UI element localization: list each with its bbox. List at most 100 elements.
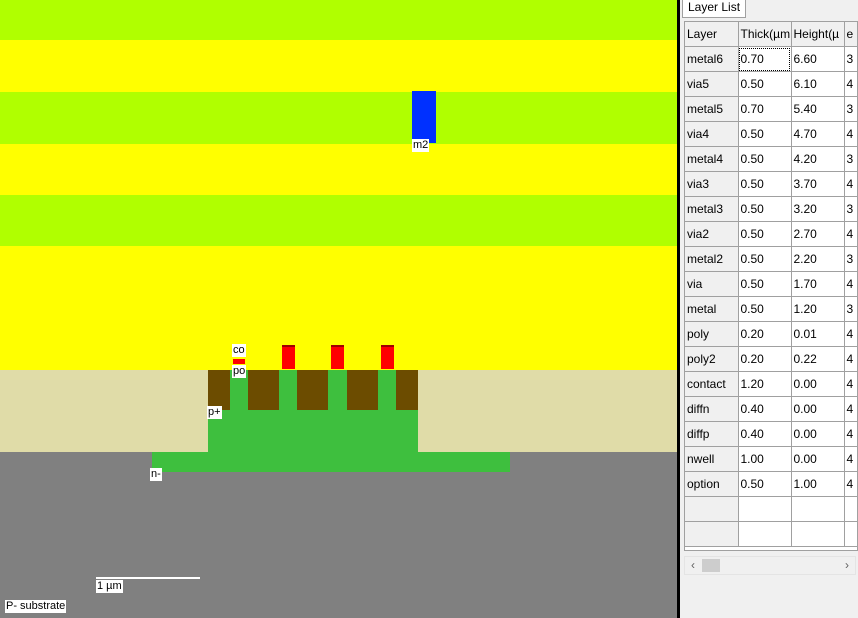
table-row[interactable]: diffn 0.40 0.00 4 bbox=[685, 396, 857, 422]
table-cell[interactable]: 4 bbox=[844, 371, 857, 397]
table-row[interactable]: option 0.50 1.00 4 bbox=[685, 471, 857, 497]
table-cell[interactable]: 3 bbox=[844, 146, 857, 172]
table-row[interactable]: diffp 0.40 0.00 4 bbox=[685, 421, 857, 447]
poly-gate[interactable] bbox=[297, 370, 328, 410]
table-cell[interactable]: 0.00 bbox=[791, 446, 845, 472]
table-row[interactable] bbox=[685, 496, 857, 522]
table-row[interactable]: nwell 1.00 0.00 4 bbox=[685, 446, 857, 472]
table-cell[interactable]: 3 bbox=[844, 296, 857, 322]
table-cell[interactable]: 4 bbox=[844, 396, 857, 422]
p-plus-diffusion[interactable] bbox=[208, 410, 418, 452]
table-cell[interactable]: 0.70 bbox=[738, 96, 792, 122]
table-cell[interactable]: 0.50 bbox=[738, 196, 792, 222]
table-cell[interactable]: 0.40 bbox=[738, 421, 792, 447]
table-cell[interactable]: 0.50 bbox=[738, 71, 792, 97]
poly-gate[interactable] bbox=[347, 370, 378, 410]
table-row[interactable]: metal2 0.50 2.20 3 bbox=[685, 246, 857, 272]
table-row[interactable]: via4 0.50 4.70 4 bbox=[685, 121, 857, 147]
table-cell[interactable]: 4 bbox=[844, 446, 857, 472]
table-cell[interactable]: 0.50 bbox=[738, 121, 792, 147]
table-cell[interactable]: 4.20 bbox=[791, 146, 845, 172]
contact-block[interactable] bbox=[381, 345, 394, 369]
table-cell[interactable] bbox=[791, 521, 845, 547]
horizontal-scrollbar[interactable]: ‹ › bbox=[684, 556, 856, 575]
cross-section-view[interactable]: m2 co po p+ n- 1 µm P- substrate bbox=[0, 0, 677, 618]
scroll-right-icon[interactable]: › bbox=[839, 557, 855, 574]
table-cell[interactable]: 4 bbox=[844, 321, 857, 347]
table-row[interactable]: metal4 0.50 4.20 3 bbox=[685, 146, 857, 172]
layer-name-cell[interactable]: via5 bbox=[685, 71, 739, 97]
table-cell[interactable]: 1.20 bbox=[791, 296, 845, 322]
table-row[interactable]: metal5 0.70 5.40 3 bbox=[685, 96, 857, 122]
table-cell[interactable]: 0.50 bbox=[738, 271, 792, 297]
poly-gate[interactable] bbox=[248, 370, 279, 410]
contact-block[interactable] bbox=[233, 359, 245, 364]
layer-name-cell[interactable]: diffn bbox=[685, 396, 739, 422]
table-cell[interactable]: 0.50 bbox=[738, 171, 792, 197]
table-cell[interactable]: 0.22 bbox=[791, 346, 845, 372]
table-cell[interactable]: 0.00 bbox=[791, 421, 845, 447]
layer-name-cell[interactable]: contact bbox=[685, 371, 739, 397]
table-cell[interactable]: 1.70 bbox=[791, 271, 845, 297]
layer-name-cell[interactable]: nwell bbox=[685, 446, 739, 472]
table-row[interactable]: metal 0.50 1.20 3 bbox=[685, 296, 857, 322]
table-row[interactable]: poly 0.20 0.01 4 bbox=[685, 321, 857, 347]
table-cell[interactable]: 1.00 bbox=[738, 446, 792, 472]
layer-name-cell[interactable]: option bbox=[685, 471, 739, 497]
poly-gate[interactable] bbox=[208, 370, 230, 410]
table-cell[interactable]: 0.50 bbox=[738, 146, 792, 172]
table-cell[interactable]: 4 bbox=[844, 171, 857, 197]
layer-name-cell[interactable]: metal2 bbox=[685, 246, 739, 272]
table-cell[interactable]: 6.10 bbox=[791, 71, 845, 97]
table-cell[interactable] bbox=[844, 521, 857, 547]
contact-block[interactable] bbox=[331, 345, 344, 369]
table-cell[interactable]: 0.50 bbox=[738, 471, 792, 497]
layer-name-cell[interactable]: via2 bbox=[685, 221, 739, 247]
table-cell[interactable]: 0.50 bbox=[738, 221, 792, 247]
table-cell[interactable]: 0.01 bbox=[791, 321, 845, 347]
column-header[interactable]: Height(µ bbox=[791, 22, 845, 47]
layer-name-cell[interactable] bbox=[685, 496, 739, 522]
table-cell[interactable]: 4 bbox=[844, 271, 857, 297]
column-header[interactable]: Layer bbox=[685, 22, 739, 47]
table-cell[interactable]: 5.40 bbox=[791, 96, 845, 122]
contact-block[interactable] bbox=[282, 345, 295, 369]
table-cell[interactable] bbox=[791, 496, 845, 522]
table-row[interactable]: metal6 0.70 6.60 3 bbox=[685, 46, 857, 72]
table-cell[interactable]: 0.50 bbox=[738, 246, 792, 272]
column-header[interactable]: e bbox=[844, 22, 857, 47]
table-cell[interactable]: 4 bbox=[844, 71, 857, 97]
table-cell[interactable]: 3 bbox=[844, 96, 857, 122]
table-cell[interactable]: 4 bbox=[844, 221, 857, 247]
table-row[interactable] bbox=[685, 521, 857, 547]
table-cell[interactable]: 3.20 bbox=[791, 196, 845, 222]
table-cell[interactable]: 0.20 bbox=[738, 321, 792, 347]
table-cell[interactable]: 2.70 bbox=[791, 221, 845, 247]
table-cell[interactable]: 1.20 bbox=[738, 371, 792, 397]
table-cell[interactable] bbox=[738, 521, 792, 547]
diffusion-finger[interactable] bbox=[378, 370, 396, 410]
layer-name-cell[interactable]: poly2 bbox=[685, 346, 739, 372]
scroll-thumb[interactable] bbox=[702, 559, 720, 572]
table-row[interactable]: via3 0.50 3.70 4 bbox=[685, 171, 857, 197]
table-row[interactable]: via5 0.50 6.10 4 bbox=[685, 71, 857, 97]
layer-name-cell[interactable]: metal6 bbox=[685, 46, 739, 72]
table-cell[interactable]: 0.40 bbox=[738, 396, 792, 422]
table-cell[interactable]: 3 bbox=[844, 46, 857, 72]
scroll-left-icon[interactable]: ‹ bbox=[685, 557, 701, 574]
table-cell[interactable] bbox=[844, 496, 857, 522]
table-cell[interactable]: 0.00 bbox=[791, 396, 845, 422]
table-row[interactable]: poly2 0.20 0.22 4 bbox=[685, 346, 857, 372]
table-cell[interactable]: 1.00 bbox=[791, 471, 845, 497]
layer-name-cell[interactable]: metal4 bbox=[685, 146, 739, 172]
table-cell[interactable]: 4 bbox=[844, 121, 857, 147]
layer-name-cell[interactable] bbox=[685, 521, 739, 547]
table-cell[interactable] bbox=[738, 496, 792, 522]
layer-name-cell[interactable]: via3 bbox=[685, 171, 739, 197]
table-cell[interactable]: 2.20 bbox=[791, 246, 845, 272]
diffusion-finger[interactable] bbox=[279, 370, 297, 410]
table-cell[interactable]: 4 bbox=[844, 421, 857, 447]
metal2-block[interactable] bbox=[412, 91, 436, 143]
layer-name-cell[interactable]: metal5 bbox=[685, 96, 739, 122]
table-cell[interactable]: 0.00 bbox=[791, 371, 845, 397]
